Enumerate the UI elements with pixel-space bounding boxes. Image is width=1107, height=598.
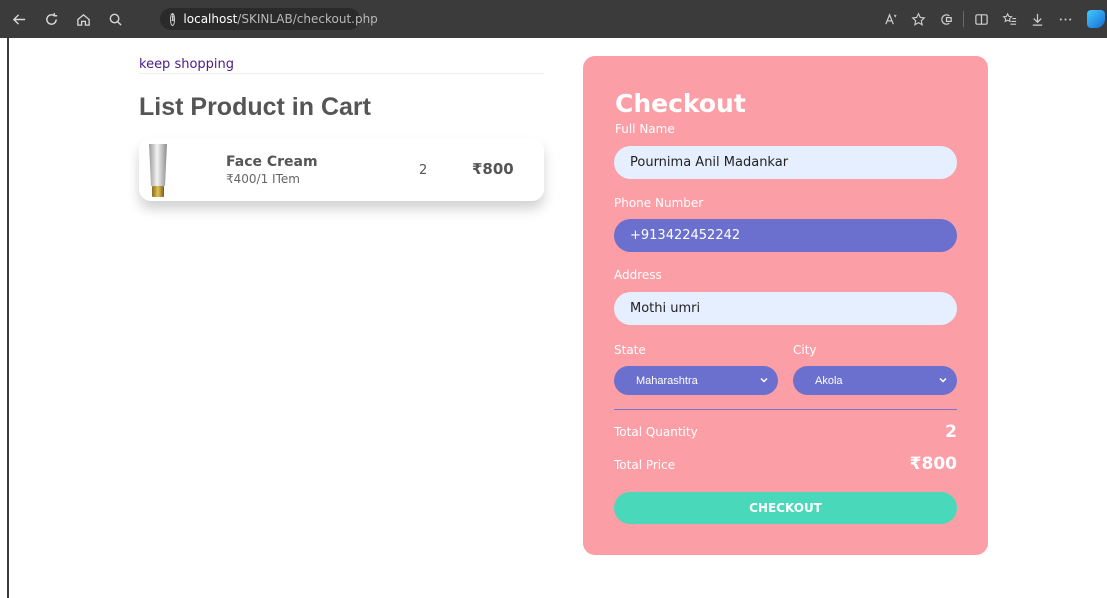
- summary-divider: [614, 409, 957, 410]
- state-label: State: [614, 343, 646, 357]
- browser-tools: [876, 0, 1107, 38]
- toolbar-separator: [963, 11, 964, 27]
- download-icon: [1032, 13, 1042, 26]
- checkout-panel: Checkout Full Name Pournima Anil Madanka…: [583, 56, 988, 555]
- back-arrow-icon: [12, 13, 25, 25]
- window-frame: [0, 38, 9, 598]
- total-quantity-value: 2: [945, 422, 957, 442]
- phone-input[interactable]: +913422452242: [614, 219, 957, 252]
- checkout-button[interactable]: CHECKOUT: [614, 492, 957, 524]
- edge-logo-icon[interactable]: [1087, 10, 1105, 28]
- product-name: Face Cream: [226, 154, 318, 170]
- total-price-value: ₹800: [909, 454, 957, 474]
- phone-label: Phone Number: [614, 196, 704, 210]
- site-info-icon[interactable]: i: [170, 12, 176, 26]
- read-aloud-button[interactable]: [876, 6, 904, 32]
- url-text[interactable]: localhost/SKINLAB/checkout.php: [183, 12, 377, 26]
- copilot-icon: [940, 13, 952, 25]
- city-select[interactable]: Akola: [793, 366, 957, 395]
- more-button[interactable]: [1051, 6, 1079, 32]
- read-aloud-icon: [884, 12, 897, 24]
- more-dots-icon: [1059, 17, 1071, 21]
- back-button[interactable]: [6, 6, 32, 32]
- full-name-label: Full Name: [615, 122, 675, 136]
- address-label: Address: [614, 268, 662, 282]
- product-unit-price: ₹400/1 ITem: [226, 172, 300, 186]
- home-button[interactable]: [70, 6, 96, 32]
- total-quantity-label: Total Quantity: [614, 425, 698, 439]
- city-selected-value: Akola: [815, 374, 843, 387]
- cart-item: Face Cream ₹400/1 ITem 2 ₹800: [139, 138, 544, 201]
- url-path: /SKINLAB/checkout.php: [237, 12, 378, 26]
- full-name-input[interactable]: Pournima Anil Madankar: [614, 146, 957, 179]
- search-button[interactable]: [102, 6, 128, 32]
- address-bar[interactable]: i localhost/SKINLAB/checkout.php: [160, 8, 378, 30]
- state-select[interactable]: Maharashtra: [614, 366, 778, 395]
- url-host: localhost: [183, 12, 238, 26]
- refresh-icon: [45, 12, 57, 25]
- downloads-button[interactable]: [1023, 6, 1051, 32]
- favorites-list-button[interactable]: [995, 6, 1023, 32]
- product-total-price: ₹800: [472, 160, 514, 178]
- refresh-button[interactable]: [38, 6, 64, 32]
- search-icon: [109, 13, 122, 26]
- split-screen-icon: [974, 13, 988, 25]
- product-quantity: 2: [419, 163, 428, 178]
- cart-title: List Product in Cart: [139, 93, 371, 121]
- address-input[interactable]: Mothi umri: [614, 292, 957, 325]
- split-screen-button[interactable]: [967, 6, 995, 32]
- total-price-label: Total Price: [614, 458, 676, 472]
- chevron-down-icon: [939, 377, 947, 383]
- favorites-list-icon: [1001, 12, 1016, 25]
- keep-shopping-link[interactable]: keep shopping: [139, 57, 234, 72]
- header-divider: [139, 73, 544, 74]
- city-label: City: [793, 343, 817, 357]
- star-icon: [910, 11, 926, 26]
- state-selected-value: Maharashtra: [636, 374, 698, 387]
- extensions-button[interactable]: [932, 6, 960, 32]
- face-cream-image: [149, 144, 167, 197]
- browser-toolbar: i localhost/SKINLAB/checkout.php: [0, 0, 1107, 38]
- home-icon: [76, 13, 90, 26]
- checkout-title: Checkout: [615, 89, 746, 118]
- favorite-button[interactable]: [904, 6, 932, 32]
- chevron-down-icon: [760, 377, 768, 383]
